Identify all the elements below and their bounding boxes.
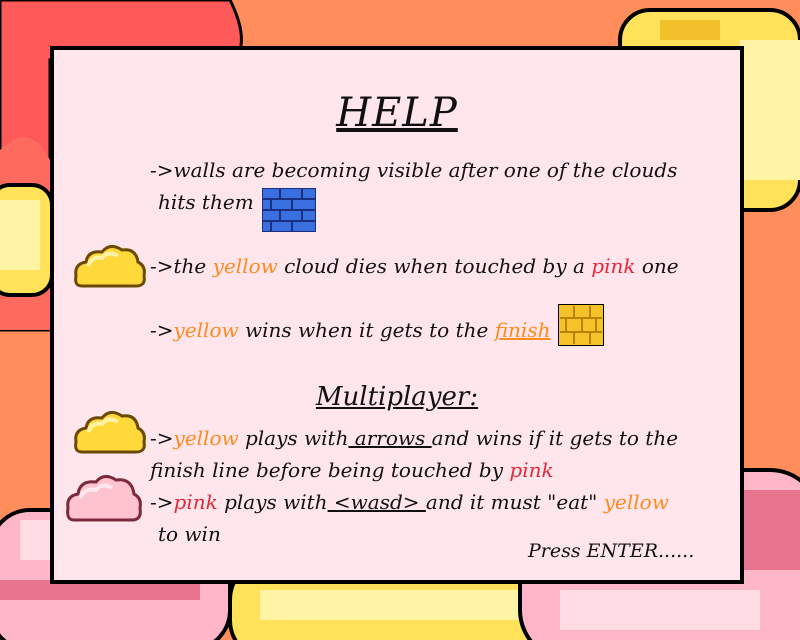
- p1-prefix: ->: [150, 490, 174, 514]
- walls-text-line-2: hits them: [158, 190, 254, 214]
- dies-pink-word: pink: [591, 254, 636, 278]
- pink-controls-line-1: ->pink plays with <wasd> and it must "ea…: [150, 490, 669, 514]
- dies-yellow-word: yellow: [212, 254, 278, 278]
- dies-text-line: ->the yellow cloud dies when touched by …: [150, 254, 679, 278]
- yellow-cloud-left: [0, 183, 54, 297]
- y1-prefix: ->: [150, 426, 174, 450]
- dies-suffix: one: [635, 254, 679, 278]
- wins-yellow-word: yellow: [173, 318, 239, 342]
- dies-prefix: ->the: [150, 254, 213, 278]
- finish-tile-icon: [558, 304, 604, 346]
- wins-text-line: ->yellow wins when it gets to the finish: [150, 318, 550, 342]
- p1-yellow-word: yellow: [603, 490, 669, 514]
- y1-yellow-word: yellow: [173, 426, 239, 450]
- walls-text-line-1: ->walls are becoming visible after one o…: [150, 158, 678, 182]
- yellow-cloud-sprite-icon: [74, 245, 146, 288]
- blue-wall-tile-icon: [262, 188, 316, 232]
- arrows-keys-label: arrows: [348, 426, 432, 450]
- wins-prefix: ->: [150, 318, 174, 342]
- p1-pink-word: pink: [173, 490, 218, 514]
- y2-pink-word: pink: [509, 458, 554, 482]
- y1-plays-with: plays with: [238, 426, 349, 450]
- multiplayer-heading: Multiplayer:: [315, 382, 479, 412]
- y1-suffix: and wins if it gets to the: [431, 426, 679, 450]
- y2-prefix: finish line before being touched by: [150, 458, 510, 482]
- pink-controls-line-2: to win: [158, 522, 221, 546]
- dies-middle: cloud dies when touched by a: [277, 254, 592, 278]
- wasd-keys-label: <wasd>: [327, 490, 426, 514]
- help-panel: HELP ->walls are becoming visible after …: [50, 46, 744, 584]
- wins-finish-word: finish: [494, 318, 551, 342]
- help-title: HELP: [336, 90, 458, 136]
- press-enter-prompt[interactable]: Press ENTER......: [528, 540, 694, 562]
- yellow-controls-line-2: finish line before being touched by pink: [150, 458, 554, 482]
- p1-plays-with: plays with: [217, 490, 328, 514]
- pink-cloud-sprite-icon: [66, 475, 142, 522]
- wins-middle: wins when it gets to the: [238, 318, 495, 342]
- p1-middle: and it must "eat": [425, 490, 604, 514]
- yellow-cloud-sprite-icon: [74, 411, 146, 454]
- yellow-controls-line-1: ->yellow plays with arrows and wins if i…: [150, 426, 678, 450]
